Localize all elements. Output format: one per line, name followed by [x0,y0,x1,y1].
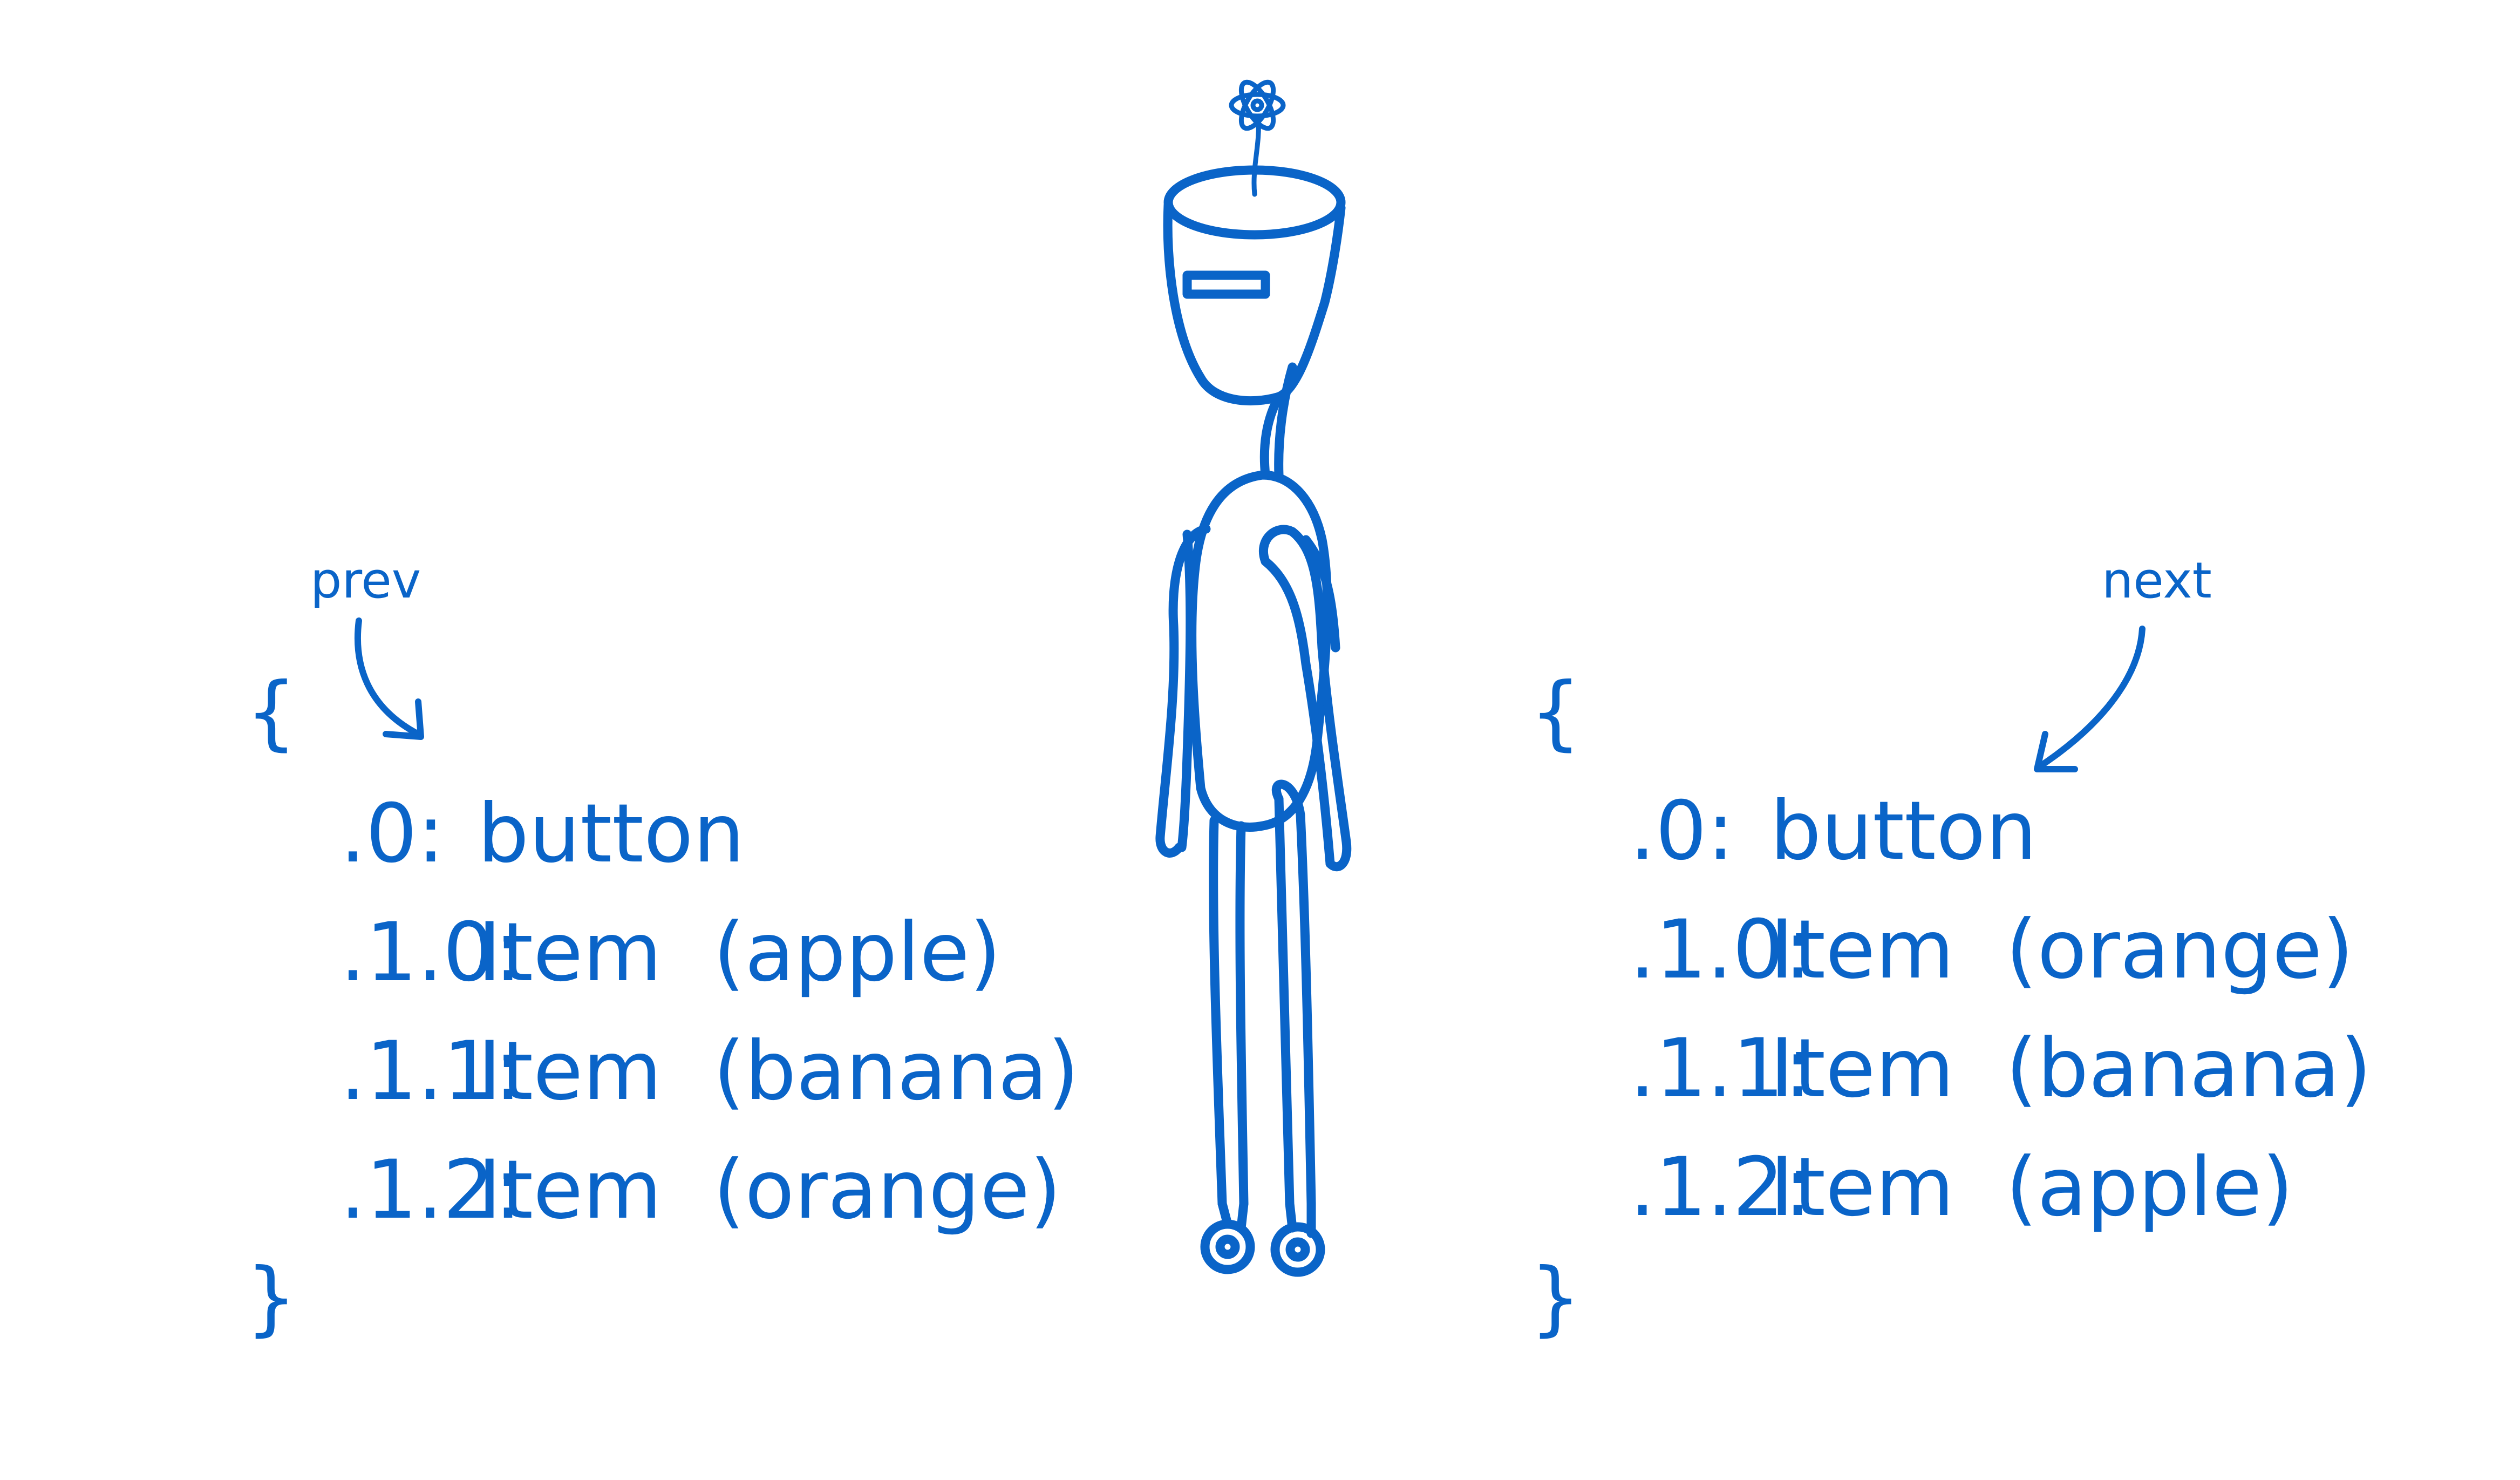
next-arrow-icon [2034,626,2146,772]
prev-arrow-icon [354,617,424,740]
diagram-canvas: prev { .0: button .1.0: Item (apple) .1.… [0,0,2520,1349]
atom-icon [1229,79,1286,197]
stick-figure-icon [1155,79,1352,1277]
drawing-layer [354,79,2146,1277]
